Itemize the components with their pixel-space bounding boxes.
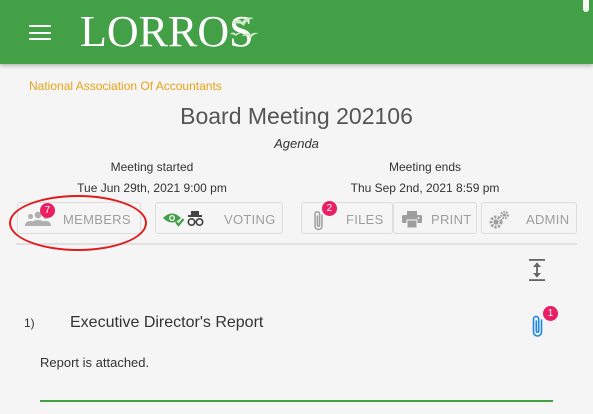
organization-name: National Association Of Accountants (29, 79, 222, 93)
meeting-end: Meeting ends Thu Sep 2nd, 2021 8:59 pm (325, 157, 525, 199)
tab-admin-label: ADMIN (526, 212, 570, 227)
page-title: Board Meeting 202106 (180, 103, 413, 129)
agenda-item-underline (40, 400, 553, 402)
agenda-item-number: 1) (24, 316, 35, 330)
meeting-start-value: Tue Jun 29th, 2021 9:00 pm (77, 181, 227, 195)
tab-files[interactable]: 2 FILES (301, 201, 393, 234)
meeting-end-label: Meeting ends (388, 160, 462, 174)
top-app-bar: LORROS (0, 0, 593, 64)
meeting-end-value: Thu Sep 2nd, 2021 8:59 pm (350, 181, 500, 195)
members-count-badge: 7 (40, 203, 55, 218)
birds-icon (230, 17, 259, 38)
tab-voting[interactable]: VOTING (155, 202, 283, 234)
meeting-tabbar: 7 MEMBERS VOTING 2 FILES PRINT ADMIN (16, 201, 577, 244)
tab-files-label: FILES (346, 212, 384, 227)
tab-print-label: PRINT (431, 212, 472, 227)
agenda-item-body: Report is attached. (40, 355, 150, 370)
attachment-count-badge: 1 (543, 306, 558, 321)
meeting-start-label: Meeting started (110, 160, 194, 174)
meeting-start: Meeting started Tue Jun 29th, 2021 9:00 … (52, 157, 252, 199)
window-corner (583, 0, 589, 12)
page-subtitle: Agenda (274, 136, 319, 151)
files-count-badge: 2 (322, 201, 337, 216)
menu-icon[interactable] (29, 25, 51, 41)
printer-icon (402, 211, 422, 228)
gears-icon (489, 210, 509, 229)
tab-members[interactable]: 7 MEMBERS (17, 202, 141, 234)
eye-check-icon (163, 211, 204, 227)
expand-all-icon[interactable] (527, 259, 547, 281)
agenda-item-title[interactable]: Executive Director's Report (70, 314, 263, 332)
tab-voting-label: VOTING (224, 212, 276, 227)
tabbar-divider (16, 243, 577, 245)
tab-print[interactable]: PRINT (393, 202, 477, 234)
tab-members-label: MEMBERS (63, 212, 131, 227)
tab-admin[interactable]: ADMIN (481, 202, 577, 234)
